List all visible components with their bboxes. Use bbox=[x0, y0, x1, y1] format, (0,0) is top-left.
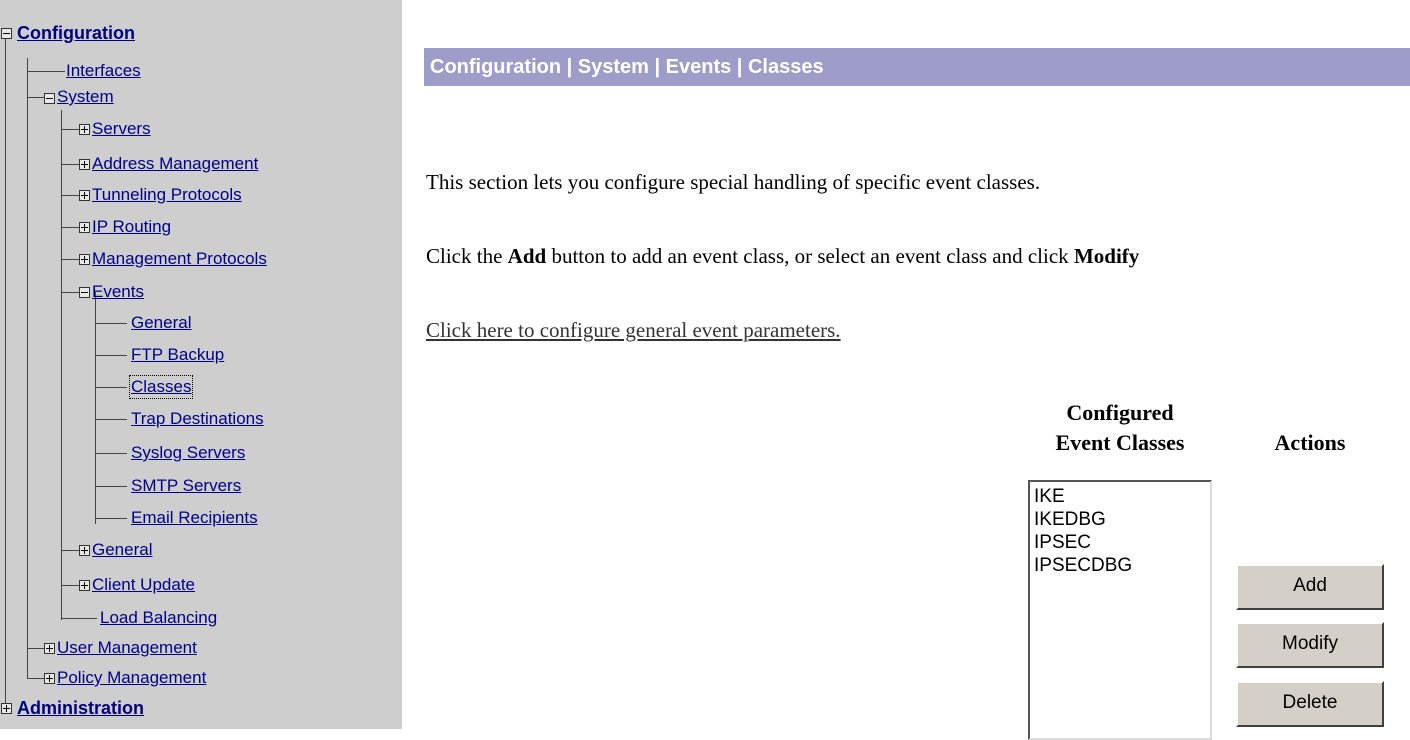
top-border bbox=[402, 0, 1410, 7]
expand-icon[interactable] bbox=[44, 643, 55, 654]
expand-icon[interactable] bbox=[44, 673, 55, 684]
nav-servers[interactable]: Servers bbox=[92, 119, 151, 139]
instructions-text: Click the Add button to add an event cla… bbox=[426, 244, 1140, 268]
general-event-params-link[interactable]: Click here to configure general event pa… bbox=[426, 318, 841, 343]
nav-management-protocols[interactable]: Management Protocols bbox=[92, 249, 267, 269]
intro-text: This section lets you configure special … bbox=[426, 170, 1041, 194]
nav-ip-routing[interactable]: IP Routing bbox=[92, 217, 171, 237]
nav-tree: Configuration Interfaces System Servers … bbox=[0, 0, 402, 729]
nav-administration[interactable]: Administration bbox=[17, 698, 144, 719]
classes-column-header: Configured Event Classes bbox=[1055, 400, 1185, 455]
modify-button[interactable]: Modify bbox=[1236, 622, 1384, 668]
nav-configuration[interactable]: Configuration bbox=[17, 23, 135, 44]
nav-client-update[interactable]: Client Update bbox=[92, 575, 195, 595]
list-item[interactable]: IKEDBG bbox=[1034, 508, 1206, 531]
collapse-icon[interactable] bbox=[1, 28, 12, 39]
nav-syslog-servers[interactable]: Syslog Servers bbox=[131, 443, 245, 463]
collapse-icon[interactable] bbox=[79, 287, 90, 298]
expand-icon[interactable] bbox=[79, 190, 90, 201]
nav-load-balancing[interactable]: Load Balancing bbox=[100, 608, 217, 628]
actions-header: Actions bbox=[1274, 430, 1346, 455]
nav-events-general[interactable]: General bbox=[131, 313, 191, 333]
delete-button[interactable]: Delete bbox=[1236, 681, 1384, 727]
list-item[interactable]: IPSECDBG bbox=[1034, 554, 1206, 577]
list-item[interactable]: IKE bbox=[1034, 485, 1206, 508]
expand-icon[interactable] bbox=[79, 545, 90, 556]
nav-smtp-servers[interactable]: SMTP Servers bbox=[131, 476, 241, 496]
nav-trap-destinations[interactable]: Trap Destinations bbox=[131, 409, 264, 429]
nav-user-management[interactable]: User Management bbox=[57, 638, 197, 658]
nav-system[interactable]: System bbox=[57, 87, 114, 107]
expand-icon[interactable] bbox=[79, 254, 90, 265]
nav-events[interactable]: Events bbox=[92, 282, 144, 302]
add-button[interactable]: Add bbox=[1236, 564, 1384, 610]
nav-classes[interactable]: Classes bbox=[128, 375, 194, 399]
expand-icon[interactable] bbox=[79, 580, 90, 591]
nav-general[interactable]: General bbox=[92, 540, 152, 560]
nav-policy-management[interactable]: Policy Management bbox=[57, 668, 206, 688]
expand-icon[interactable] bbox=[79, 124, 90, 135]
expand-icon[interactable] bbox=[79, 159, 90, 170]
expand-icon[interactable] bbox=[1, 703, 12, 714]
list-item[interactable]: IPSEC bbox=[1034, 531, 1206, 554]
page-title: Configuration | System | Events | Classe… bbox=[424, 48, 1410, 86]
nav-address-management[interactable]: Address Management bbox=[92, 154, 258, 174]
collapse-icon[interactable] bbox=[44, 93, 55, 104]
event-classes-listbox[interactable]: IKE IKEDBG IPSEC IPSECDBG bbox=[1028, 480, 1212, 740]
expand-icon[interactable] bbox=[79, 222, 90, 233]
nav-ftp-backup[interactable]: FTP Backup bbox=[131, 345, 224, 365]
nav-email-recipients[interactable]: Email Recipients bbox=[131, 508, 258, 528]
nav-interfaces[interactable]: Interfaces bbox=[66, 61, 141, 81]
nav-tunneling-protocols[interactable]: Tunneling Protocols bbox=[92, 185, 242, 205]
